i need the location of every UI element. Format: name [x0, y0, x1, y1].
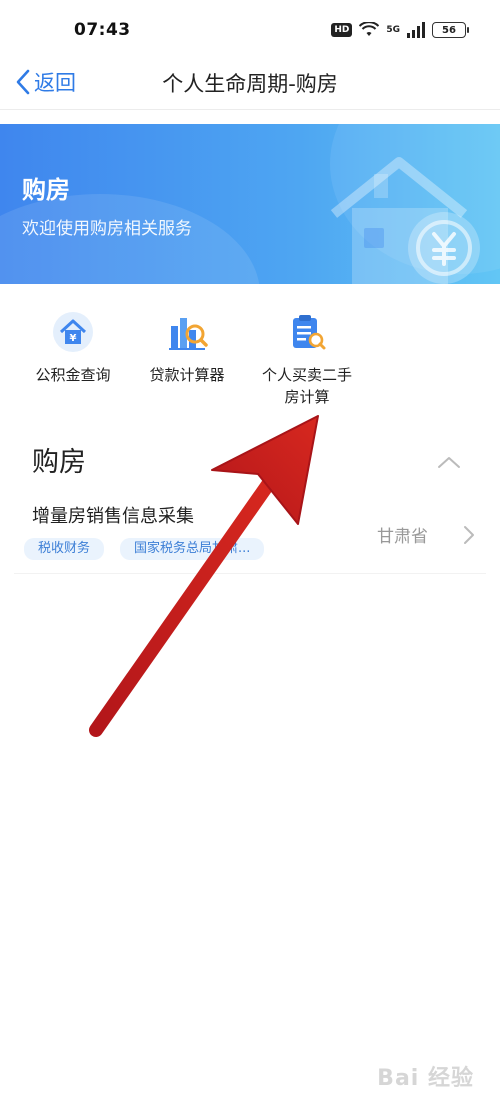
- quick-item-second-hand-house[interactable]: 个人买卖二手 房计算: [242, 310, 372, 408]
- page-title: 个人生命周期-购房: [162, 72, 338, 96]
- provident-fund-icon: ¥: [53, 312, 93, 352]
- banner-subtitle: 欢迎使用购房相关服务: [22, 219, 192, 239]
- quick-item-label: 贷款计算器: [149, 366, 225, 384]
- chevron-up-icon[interactable]: [436, 454, 462, 470]
- loan-calculator-icon: [169, 318, 208, 350]
- department-tag: 国家税务总局甘肃...: [120, 538, 265, 560]
- hd-badge: HD: [331, 23, 353, 37]
- clipboard-search-icon: [293, 315, 326, 350]
- quick-item-loan-calculator[interactable]: 贷款计算器: [122, 310, 252, 386]
- service-tags: 税收财务 国家税务总局甘肃...: [24, 538, 265, 560]
- service-region: 甘肃省: [377, 527, 428, 547]
- banner-decoration: [0, 194, 260, 284]
- quick-service-grid: ¥ 公积金查询 贷款计算器 个人买卖二手 房计算: [0, 300, 500, 420]
- banner-title: 购房: [22, 176, 70, 204]
- section-title: 购房: [32, 447, 86, 478]
- status-bar: 07:43 HD 5G 56: [0, 0, 500, 58]
- battery-indicator: 56: [432, 22, 469, 38]
- signal-icon: [407, 22, 425, 38]
- category-tag: 税收财务: [24, 538, 105, 560]
- chevron-right-icon: [464, 526, 474, 544]
- quick-item-provident-fund[interactable]: ¥ 公积金查询: [8, 310, 138, 386]
- nav-bar: 返回 个人生命周期-购房: [0, 58, 500, 110]
- banner: 购房 欢迎使用购房相关服务: [0, 124, 500, 284]
- network-label: 5G: [386, 25, 400, 35]
- status-time: 07:43: [74, 20, 131, 40]
- status-icons: HD 5G 56: [331, 22, 469, 38]
- quick-item-label: 房计算: [284, 388, 330, 406]
- quick-item-label: 个人买卖二手: [261, 366, 352, 384]
- service-list-item[interactable]: 增量房销售信息采集 税收财务 国家税务总局甘肃... 甘肃省: [14, 490, 486, 574]
- house-yuan-icon: [330, 157, 480, 284]
- watermark: Bai 经验: [377, 1066, 474, 1091]
- service-title: 增量房销售信息采集: [32, 506, 194, 527]
- svg-text:¥: ¥: [70, 333, 77, 344]
- quick-item-label: 公积金查询: [35, 366, 111, 384]
- wifi-icon: [359, 22, 380, 36]
